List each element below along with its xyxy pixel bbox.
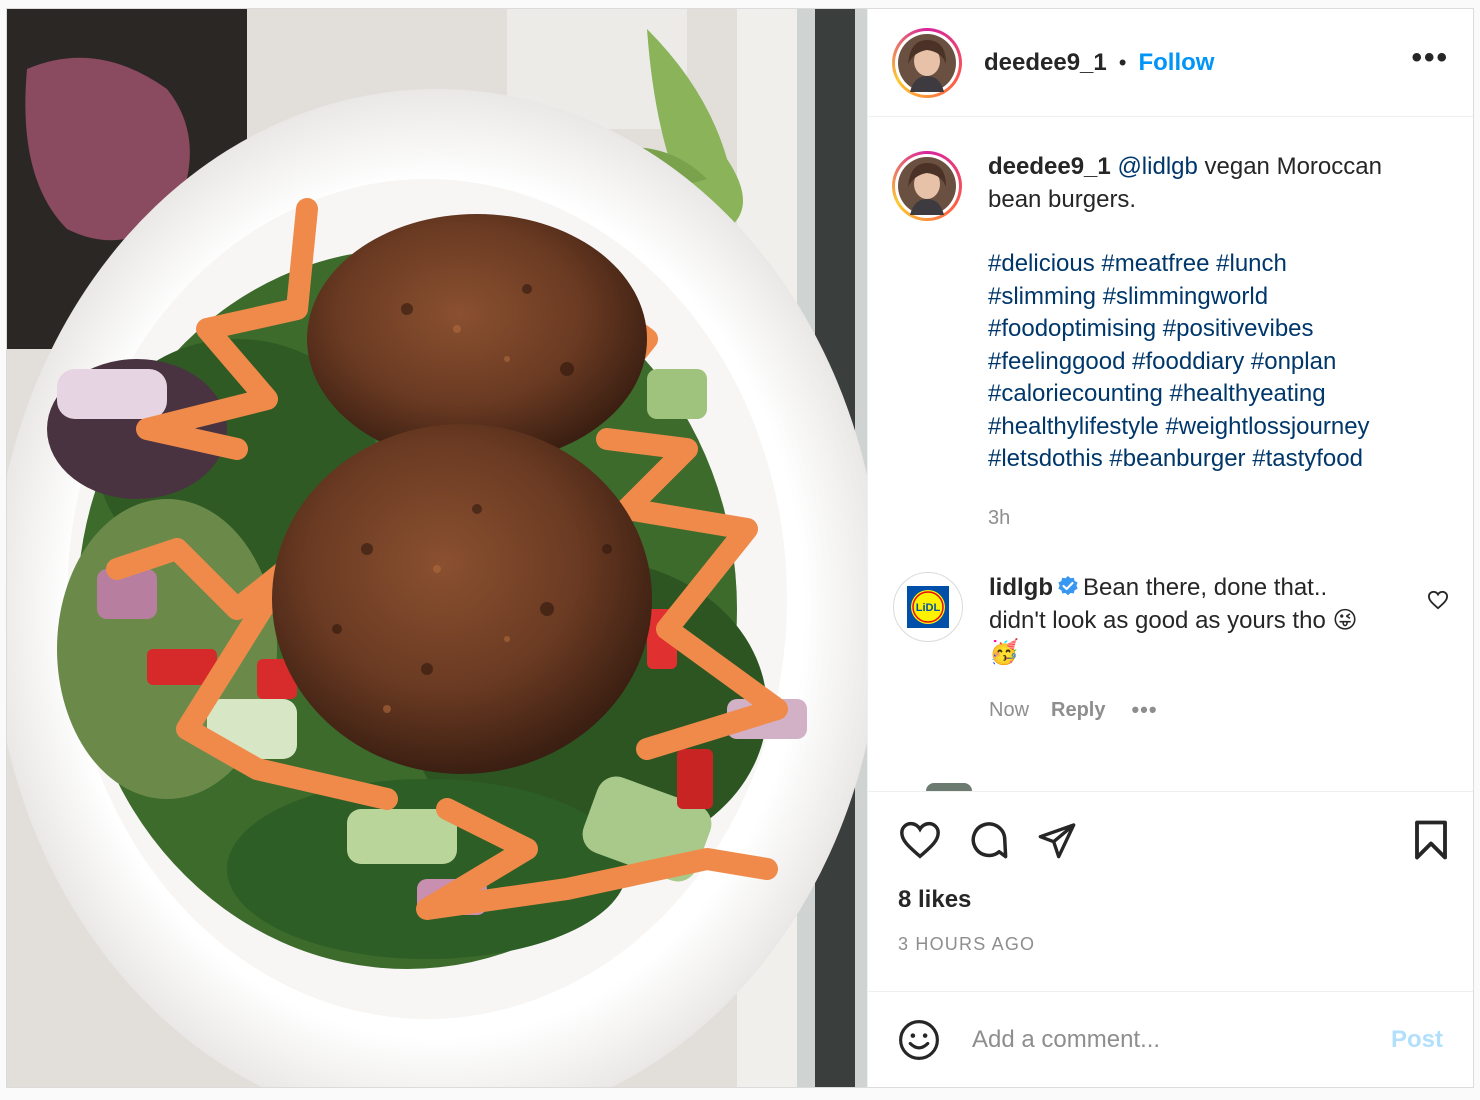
- heart-icon: [1427, 590, 1449, 610]
- profile-photo-icon: [898, 157, 956, 215]
- bookmark-icon: [1415, 820, 1447, 860]
- follow-button[interactable]: Follow: [1138, 49, 1214, 77]
- hashtag-link[interactable]: #healthyeating: [1169, 380, 1325, 407]
- post-comment-button[interactable]: Post: [1391, 1026, 1443, 1054]
- caption-body: deedee9_1 @lidlgb vegan Moroccan bean bu…: [988, 151, 1428, 534]
- comment-timestamp[interactable]: Now: [989, 694, 1029, 727]
- like-button[interactable]: [898, 820, 942, 860]
- comments-section: deedee9_1 @lidlgb vegan Moroccan bean bu…: [868, 117, 1473, 791]
- comment-input[interactable]: [970, 1024, 1391, 1055]
- post-side-panel: deedee9_1 • Follow ••• deedee9_1 @lidlgb…: [867, 9, 1473, 1087]
- hashtag-list: #delicious #meatfree #lunch #slimming #s…: [988, 248, 1428, 476]
- next-comment-avatar: [926, 783, 972, 791]
- hashtag-link[interactable]: #letsdothis: [988, 445, 1103, 472]
- smiley-icon: [899, 1019, 939, 1060]
- hashtag-link[interactable]: #caloriecounting: [988, 380, 1163, 407]
- verified-badge-icon: [1058, 576, 1078, 596]
- caption-timestamp[interactable]: 3h: [988, 502, 1428, 535]
- comment-actions: Now Reply •••: [989, 694, 1389, 727]
- hashtag-link[interactable]: #lunch: [1216, 250, 1287, 277]
- lidl-logo-text: LiDL: [916, 602, 941, 614]
- separator-dot: •: [1118, 49, 1127, 75]
- mention-link[interactable]: @lidlgb: [1117, 153, 1197, 180]
- caption: deedee9_1 @lidlgb vegan Moroccan bean bu…: [892, 151, 1449, 534]
- comment-icon: [971, 822, 1008, 859]
- share-button[interactable]: [1036, 820, 1078, 860]
- profile-photo-icon: [898, 33, 956, 92]
- save-button[interactable]: [1413, 819, 1449, 861]
- comment-like-button[interactable]: [1427, 590, 1449, 615]
- hashtag-link[interactable]: #weightlossjourney: [1165, 413, 1369, 440]
- comment-body: lidlgb Bean there, done that.. didn't lo…: [989, 572, 1389, 726]
- reply-button[interactable]: Reply: [1051, 694, 1105, 727]
- hashtag-link[interactable]: #slimmingworld: [1103, 283, 1268, 310]
- hashtag-link[interactable]: #foodoptimising: [988, 315, 1156, 342]
- post-timestamp[interactable]: 3 HOURS AGO: [898, 934, 1449, 955]
- hashtag-link[interactable]: #beanburger: [1109, 445, 1245, 472]
- hashtag-link[interactable]: #positivevibes: [1163, 315, 1314, 342]
- caption-username[interactable]: deedee9_1: [988, 153, 1111, 180]
- caption-avatar[interactable]: [892, 151, 962, 221]
- share-icon: [1038, 823, 1076, 859]
- hashtag-link[interactable]: #healthylifestyle: [988, 413, 1159, 440]
- post-photo[interactable]: [7, 9, 867, 1087]
- hashtag-link[interactable]: #fooddiary: [1132, 348, 1244, 375]
- more-options-icon[interactable]: •••: [1411, 42, 1449, 83]
- hashtag-link[interactable]: #meatfree: [1101, 250, 1209, 277]
- commenter-username[interactable]: lidlgb: [989, 574, 1053, 601]
- post-header: deedee9_1 • Follow •••: [868, 9, 1473, 117]
- likes-count[interactable]: 8 likes: [898, 886, 1449, 914]
- action-icons: [898, 814, 1449, 866]
- lidl-logo-icon: LiDL: [907, 586, 949, 628]
- comment-more-icon[interactable]: •••: [1131, 694, 1157, 727]
- food-bowl-image: [7, 9, 867, 1087]
- comment-item: LiDL lidlgb Bean there, done that.. didn…: [892, 572, 1449, 726]
- post-actions: 8 likes 3 HOURS AGO: [868, 791, 1473, 991]
- add-comment-bar: Post: [868, 991, 1473, 1087]
- hashtag-link[interactable]: #feelinggood: [988, 348, 1125, 375]
- avatar[interactable]: [892, 27, 962, 98]
- heart-icon: [900, 821, 940, 859]
- commenter-avatar[interactable]: LiDL: [893, 572, 963, 642]
- hashtag-link[interactable]: #slimming: [988, 283, 1096, 310]
- hashtag-link[interactable]: #delicious: [988, 250, 1095, 277]
- header-username[interactable]: deedee9_1: [984, 49, 1107, 77]
- hashtag-link[interactable]: #tastyfood: [1252, 445, 1363, 472]
- comment-button[interactable]: [968, 819, 1010, 861]
- hashtag-link[interactable]: #onplan: [1251, 348, 1336, 375]
- emoji-button[interactable]: [898, 1019, 940, 1061]
- instagram-post: deedee9_1 • Follow ••• deedee9_1 @lidlgb…: [6, 8, 1474, 1088]
